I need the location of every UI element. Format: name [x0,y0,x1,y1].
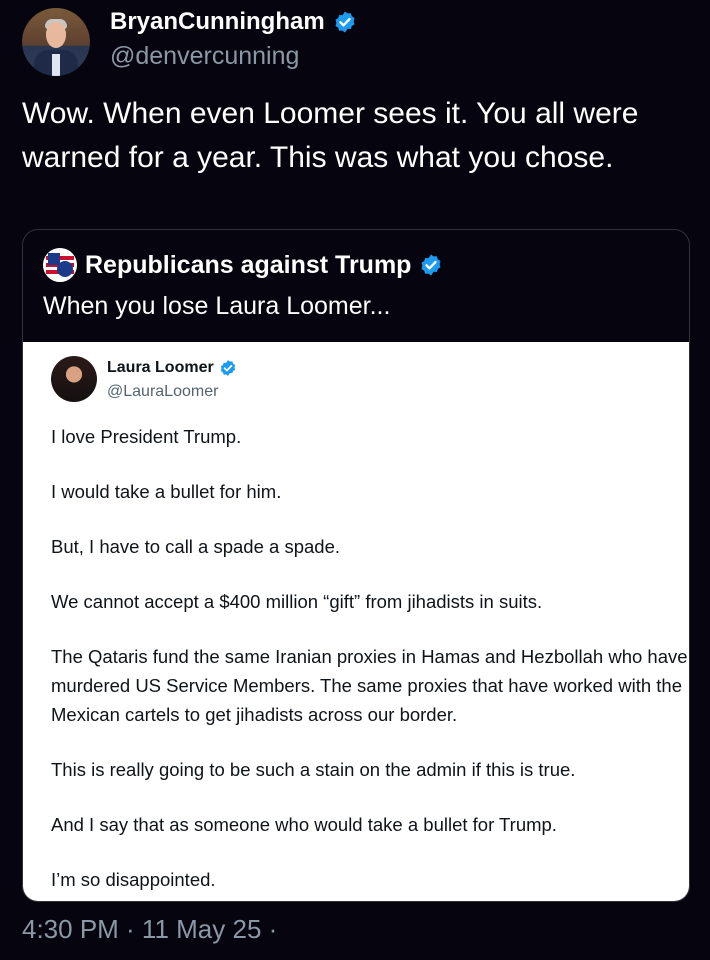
embedded-paragraph: This is really going to be such a stain … [51,759,576,780]
embedded-screenshot[interactable]: Laura Loomer @LauraLoomer I love Preside… [23,342,689,901]
embedded-post-body: I love President Trump. I would take a b… [51,422,689,901]
author-name-row[interactable]: BryanCunningham [110,8,357,36]
embedded-paragraph: And I say that as someone who would take… [51,814,557,835]
verified-badge-icon [220,360,235,376]
embedded-author-avatar [51,356,97,402]
embedded-author-name: Laura Loomer [107,359,214,376]
verified-badge-icon [421,254,441,276]
quoted-tweet-text: When you lose Laura Loomer... [43,292,391,320]
quoted-tweet-card[interactable]: Republicans against Trump When you lose … [22,229,690,902]
verified-badge-icon [335,11,355,33]
tweet-timestamp[interactable]: 4:30 PM · 11 May 25 · [22,914,277,945]
quoted-tweet-header: Republicans against Trump [43,248,443,282]
author-name[interactable]: BryanCunningham [110,8,325,36]
embedded-paragraph: I love President Trump. [51,426,242,447]
quoted-author-avatar[interactable] [43,248,77,282]
embedded-paragraph: But, I have to call a spade a spade. [51,536,340,557]
author-avatar[interactable] [22,8,90,76]
tweet-text: Wow. When even Loomer sees it. You all w… [22,97,639,174]
author-handle[interactable]: @denvercunning [110,42,299,71]
embedded-paragraph: We cannot accept a $400 million “gift” f… [51,591,543,612]
quoted-author-name[interactable]: Republicans against Trump [85,251,411,280]
embedded-paragraph: The Qataris fund the same Iranian proxie… [51,646,688,725]
embedded-author-name-row: Laura Loomer [107,359,237,377]
embedded-paragraph: I would take a bullet for him. [51,481,282,502]
embedded-author-handle: @LauraLoomer [107,383,219,400]
embedded-paragraph: I’m so disappointed. [51,869,216,890]
republicans-against-trump-logo-icon [43,248,77,282]
